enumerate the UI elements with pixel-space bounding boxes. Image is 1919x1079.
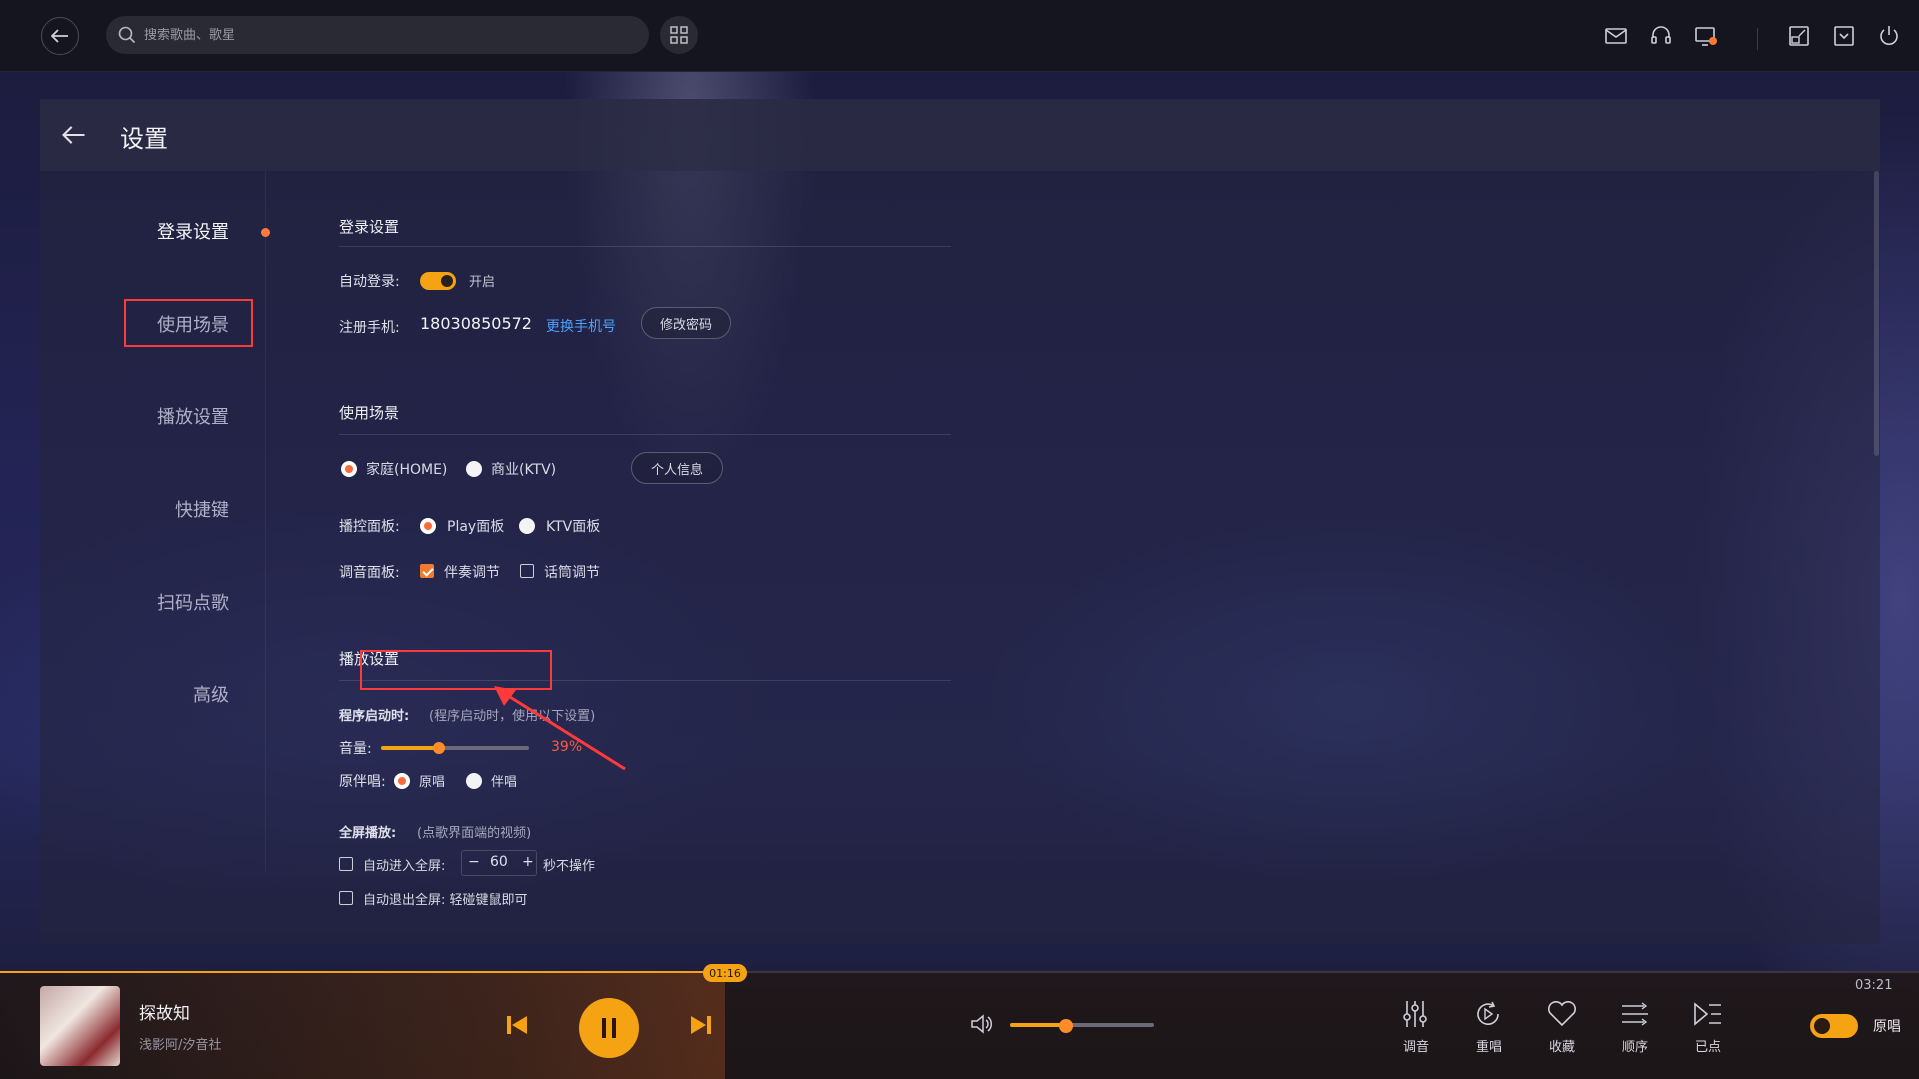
original-vocal-label: 原唱 [419,775,446,790]
home-radio[interactable] [341,461,357,477]
vocal-mode-label: 原伴唱: [339,774,386,790]
list-order-icon[interactable] [1620,1001,1650,1027]
annotation-arrow [494,686,626,771]
auto-login-toggle[interactable] [420,272,456,290]
original-vocal-toggle-label: 原唱 [1873,1019,1901,1035]
fullscreen-hint: (点歌界面端的视频) [417,826,532,841]
back-arrow-icon [51,29,68,43]
control-panel-label: 播控面板: [339,519,400,535]
ktv-panel-label: KTV面板 [546,519,601,535]
accompaniment-label: 伴奏调节 [444,565,500,581]
pause-icon [602,1018,616,1038]
page-title: 设置 [120,125,168,153]
pause-button[interactable] [579,998,639,1058]
settings-back-icon[interactable] [60,121,88,149]
song-title[interactable]: 探故知 [139,999,190,1024]
heart-icon[interactable] [1547,1001,1577,1027]
home-option-label: 家庭(HOME) [366,462,448,478]
current-time-badge[interactable]: 01:16 [703,964,747,982]
headset-icon[interactable] [1649,24,1673,48]
search-input[interactable] [144,27,624,43]
accompany-radio[interactable] [466,773,482,789]
toolbar-divider [1757,28,1758,50]
auto-login-state: 开启 [469,275,496,290]
settings-scrollbar[interactable] [1874,171,1879,456]
replay-label[interactable]: 重唱 [1469,1036,1509,1055]
total-time: 03:21 [1855,978,1893,993]
original-vocal-radio[interactable] [394,773,410,789]
next-track-icon[interactable] [690,1014,712,1036]
stepper-value[interactable]: 60 [490,854,508,870]
auto-exit-fullscreen-label: 自动退出全屏: 轻碰键鼠即可 [363,893,528,908]
auto-enter-fullscreen-checkbox[interactable] [339,857,353,871]
search-box[interactable] [106,16,649,54]
settings-header: 设置 [40,99,1880,171]
change-phone-link[interactable]: 更换手机号 [546,316,616,336]
queued-icon[interactable] [1693,1001,1723,1027]
accompaniment-checkbox[interactable] [420,564,434,578]
progress-fill [0,971,725,973]
section-divider [339,434,951,435]
qrcode-icon [670,26,688,44]
fullscreen-seconds-stepper[interactable]: − 60 + [461,850,537,876]
power-icon[interactable] [1877,24,1901,48]
sidebar-item-shortcuts[interactable]: 快捷键 [175,496,229,522]
qrcode-button[interactable] [660,16,698,54]
minimize-window-icon[interactable] [1787,24,1811,48]
phone-value: 18030850572 [420,314,532,333]
stepper-plus-button[interactable]: + [522,854,534,870]
highlight-box-scene [124,299,253,347]
auto-login-label: 自动登录: [339,274,400,290]
album-cover[interactable] [40,986,120,1066]
equalizer-icon[interactable] [1401,999,1429,1029]
play-panel-radio[interactable] [420,518,436,534]
settings-sidebar: 登录设置 使用场景 播放设置 快捷键 扫码点歌 高级 [40,171,266,871]
mail-icon[interactable] [1604,24,1628,48]
volume-slider-fill [381,746,439,750]
active-indicator-dot [261,228,270,237]
sidebar-item-login[interactable]: 登录设置 [157,218,229,244]
sidebar-item-advanced[interactable]: 高级 [193,681,229,707]
sidebar-item-scan[interactable]: 扫码点歌 [157,589,229,615]
back-button[interactable] [41,17,79,55]
mic-checkbox[interactable] [520,564,534,578]
equalizer-label[interactable]: 调音 [1396,1036,1436,1055]
song-artist[interactable]: 浅影阿/汐音社 [139,1034,221,1053]
screen-alert-icon[interactable] [1694,24,1718,48]
settings-panel: 设置 登录设置 使用场景 播放设置 快捷键 扫码点歌 高级 登录设置 自动登录:… [40,99,1880,944]
stepper-minus-button[interactable]: − [468,854,480,870]
player-volume-handle[interactable] [1059,1019,1073,1033]
section-title-login: 登录设置 [339,218,400,236]
fullscreen-label: 全屏播放: [339,826,397,841]
auto-exit-fullscreen-checkbox[interactable] [339,891,353,905]
mic-label: 话筒调节 [544,565,600,581]
mixer-panel-label: 调音面板: [339,565,400,581]
section-divider [339,246,951,247]
ktv-radio[interactable] [466,461,482,477]
download-icon[interactable] [1832,24,1856,48]
section-title-scene: 使用场景 [339,404,400,422]
personal-info-button[interactable]: 个人信息 [631,452,723,484]
replay-icon[interactable] [1474,1000,1502,1028]
previous-track-icon[interactable] [506,1014,528,1036]
search-icon [118,26,136,44]
order-label[interactable]: 顺序 [1615,1036,1655,1055]
play-panel-label: Play面板 [447,519,505,535]
auto-enter-fullscreen-label: 自动进入全屏: [363,859,446,874]
seconds-label: 秒不操作 [543,859,596,874]
sidebar-item-playback[interactable]: 播放设置 [157,403,229,429]
top-bar [0,0,1919,72]
ktv-panel-radio[interactable] [519,518,535,534]
favorite-label[interactable]: 收藏 [1542,1036,1582,1055]
startup-label: 程序启动时: [339,709,410,724]
player-volume-fill [1010,1023,1066,1027]
original-vocal-toggle[interactable] [1810,1014,1858,1038]
volume-label: 音量: [339,741,372,757]
phone-label: 注册手机: [339,320,400,336]
volume-slider-handle[interactable] [433,742,445,754]
queued-label[interactable]: 已点 [1688,1036,1728,1055]
ktv-option-label: 商业(KTV) [491,462,557,478]
change-password-button[interactable]: 修改密码 [641,307,731,339]
speaker-icon[interactable] [969,1012,993,1036]
